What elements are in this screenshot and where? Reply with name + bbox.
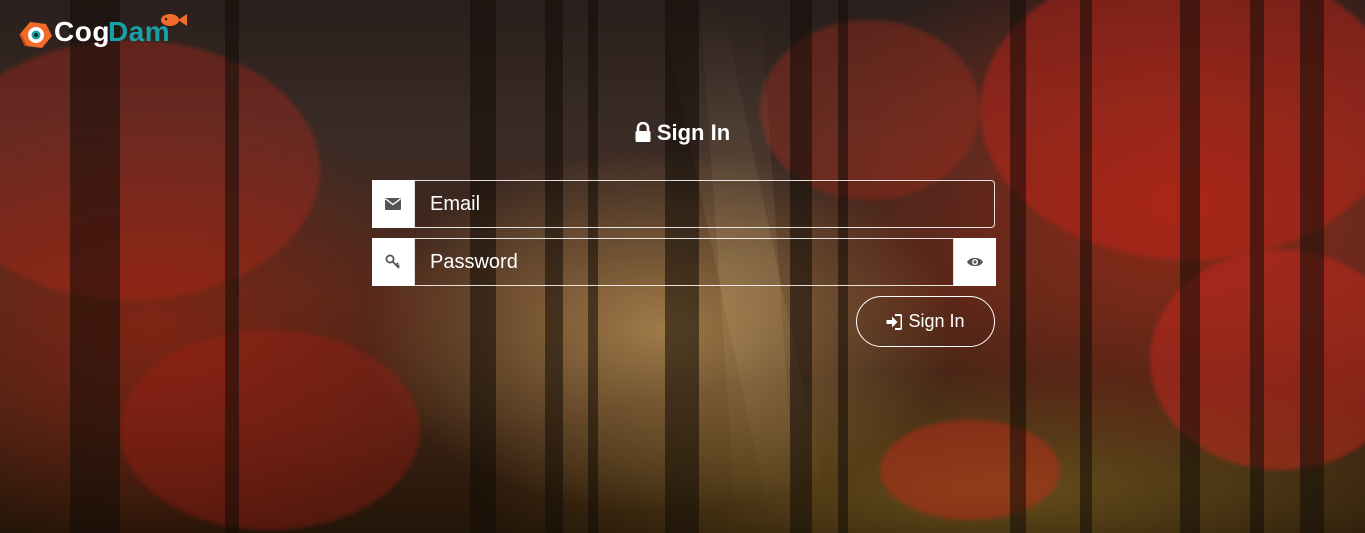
key-icon [372,238,414,286]
brand-name-part1: Cog [54,16,110,47]
lock-icon [635,121,651,148]
sign-in-button[interactable]: Sign In [856,296,995,347]
email-input[interactable] [414,180,995,228]
password-input[interactable] [414,238,954,286]
cogdam-logo-icon [19,22,52,48]
login-page: Cog Dam Sign In Email Sign In [0,0,1365,533]
eye-icon[interactable] [954,238,996,286]
fish-icon [161,14,187,26]
sign-in-title: Sign In [656,120,731,145]
sign-in-icon [886,313,903,330]
password-input-group [372,238,996,286]
sign-in-button-label: Sign In [908,311,965,331]
email-input-group [372,180,995,228]
sign-in-heading: Sign In [0,120,1365,148]
envelope-icon [372,180,414,228]
brand-logo[interactable]: Cog Dam [16,12,187,52]
